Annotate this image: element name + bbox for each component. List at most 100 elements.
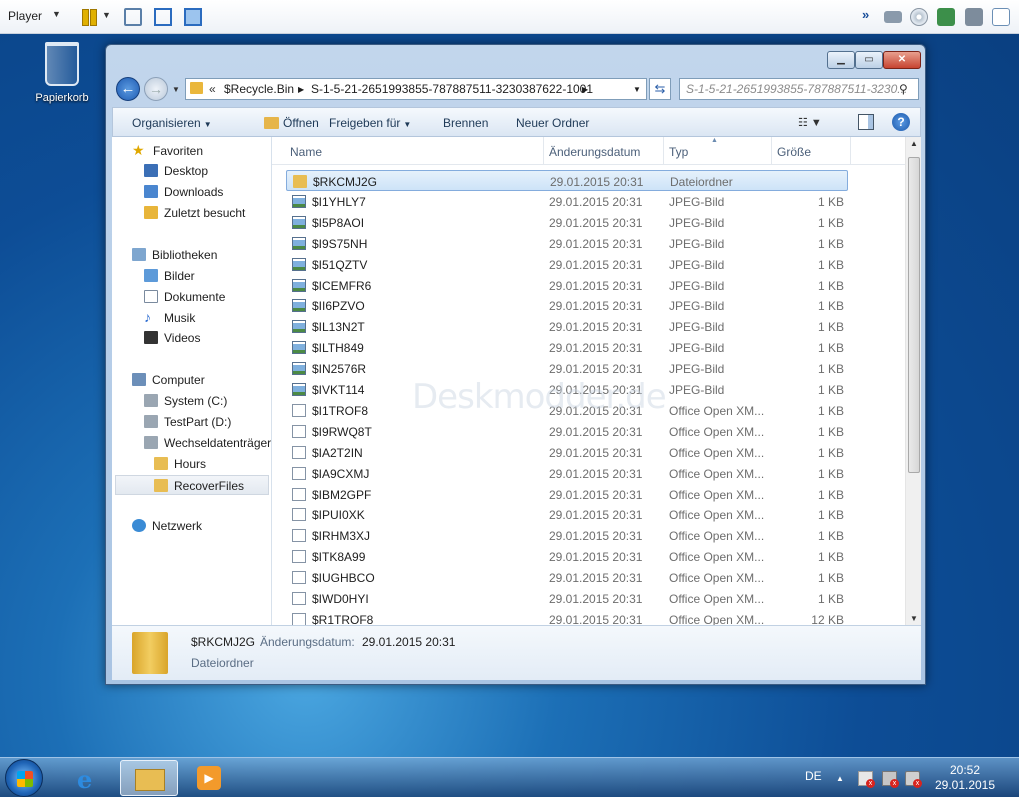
column-date[interactable]: Änderungsdatum <box>549 145 640 159</box>
refresh-button[interactable]: ⇆ <box>649 78 671 100</box>
nav-music[interactable]: ♪ Musik <box>144 307 195 327</box>
column-name[interactable]: Name <box>290 145 322 159</box>
hard-disk-icon[interactable] <box>884 11 902 23</box>
network-adapter-icon[interactable] <box>937 8 955 26</box>
player-menu[interactable]: Player <box>8 9 42 23</box>
file-row[interactable]: $R1TROF8 29.01.2015 20:31 Office Open XM..… <box>286 609 848 625</box>
message-log-icon[interactable] <box>992 8 1010 26</box>
breadcrumb-segment[interactable]: $Recycle.Bin <box>224 82 294 96</box>
nav-network[interactable]: Netzwerk <box>132 516 202 536</box>
file-row[interactable]: $IRHM3XJ 29.01.2015 20:31 Office Open XM..… <box>286 525 848 546</box>
address-bar[interactable]: « $Recycle.Bin ▶ S-1-5-21-2651993855-787… <box>185 78 647 100</box>
column-type[interactable]: Typ <box>669 145 688 159</box>
forward-button[interactable]: → <box>144 77 168 101</box>
taskbar-internet-explorer[interactable]: e <box>60 760 118 796</box>
address-overflow[interactable]: « <box>209 82 216 96</box>
file-row[interactable]: $RKCMJ2G 29.01.2015 20:31 Dateiordner <box>286 170 848 191</box>
open-button[interactable]: Öffnen <box>264 116 319 130</box>
file-row[interactable]: $I51QZTV 29.01.2015 20:31 JPEG-Bild 1 KB <box>286 254 848 275</box>
breadcrumb-separator-icon[interactable]: ▶ <box>298 85 304 94</box>
taskbar-explorer[interactable] <box>120 760 178 796</box>
nav-removable[interactable]: Wechseldatenträger <box>144 433 271 453</box>
file-row[interactable]: $IWD0HYI 29.01.2015 20:31 Office Open XM..… <box>286 588 848 609</box>
file-row[interactable]: $I5P8AOI 29.01.2015 20:31 JPEG-Bild 1 KB <box>286 212 848 233</box>
media-player-icon: ▶ <box>197 766 221 790</box>
file-row[interactable]: $IA2T2IN 29.01.2015 20:31 Office Open XM..… <box>286 442 848 463</box>
minimize-button[interactable]: ▁ <box>827 51 855 69</box>
close-button[interactable]: ✕ <box>883 51 921 69</box>
file-row[interactable]: $IL13N2T 29.01.2015 20:31 JPEG-Bild 1 KB <box>286 316 848 337</box>
change-view-button[interactable]: ☷ ▼ <box>798 116 822 129</box>
desktop-icon-recycle-bin[interactable]: Papierkorb <box>30 42 94 104</box>
scrollbar-thumb[interactable] <box>908 157 920 473</box>
nav-libraries[interactable]: Bibliotheken <box>132 245 217 265</box>
scroll-up-icon[interactable]: ▲ <box>910 139 918 148</box>
breadcrumb-segment[interactable]: S-1-5-21-2651993855-787887511-3230387622… <box>311 82 593 96</box>
file-row[interactable]: $I9S75NH 29.01.2015 20:31 JPEG-Bild 1 KB <box>286 233 848 254</box>
chevron-down-icon[interactable]: ▼ <box>102 10 120 28</box>
sort-ascending-icon: ▲ <box>711 137 718 144</box>
share-button[interactable]: Freigeben für ▼ <box>329 116 411 130</box>
nav-computer[interactable]: Computer <box>132 370 205 390</box>
scroll-down-icon[interactable]: ▼ <box>910 614 918 623</box>
nav-downloads[interactable]: Downloads <box>144 182 223 202</box>
file-row[interactable]: $ILTH849 29.01.2015 20:31 JPEG-Bild 1 KB <box>286 337 848 358</box>
help-icon[interactable]: ? <box>892 113 910 131</box>
volume-icon[interactable]: x <box>905 771 922 788</box>
nav-desktop[interactable]: Desktop <box>144 161 208 181</box>
nav-favorites[interactable]: ★ Favoriten <box>132 140 203 160</box>
column-divider[interactable] <box>663 137 664 165</box>
file-row[interactable]: $I9RWQ8T 29.01.2015 20:31 Office Open XM..… <box>286 421 848 442</box>
file-row[interactable]: $IUGHBCO 29.01.2015 20:31 Office Open XM..… <box>286 567 848 588</box>
column-divider[interactable] <box>543 137 544 165</box>
column-divider[interactable] <box>850 137 851 165</box>
show-hidden-icons-icon[interactable]: ▲ <box>836 774 844 783</box>
send-ctrl-alt-del-icon[interactable] <box>124 8 142 26</box>
pause-icon[interactable] <box>80 8 98 26</box>
fullscreen-icon[interactable] <box>154 8 172 26</box>
burn-button[interactable]: Brennen <box>443 116 488 130</box>
cd-drive-icon[interactable] <box>910 8 928 26</box>
nav-recoverfiles[interactable]: RecoverFiles <box>115 475 269 495</box>
file-row[interactable]: $ICEMFR6 29.01.2015 20:31 JPEG-Bild 1 KB <box>286 275 848 296</box>
file-row[interactable]: $ITK8A99 29.01.2015 20:31 Office Open XM..… <box>286 546 848 567</box>
breadcrumb-separator-icon[interactable]: ▶ <box>582 85 588 94</box>
address-dropdown-icon[interactable]: ▼ <box>633 85 641 94</box>
file-row[interactable]: $IBM2GPF 29.01.2015 20:31 Office Open XM..… <box>286 484 848 505</box>
nav-recent[interactable]: Zuletzt besucht <box>144 203 245 223</box>
file-row[interactable]: $II6PZVO 29.01.2015 20:31 JPEG-Bild 1 KB <box>286 295 848 316</box>
file-row[interactable]: $IA9CXMJ 29.01.2015 20:31 Office Open XM..… <box>286 463 848 484</box>
language-indicator[interactable]: DE <box>805 769 822 783</box>
clock[interactable]: 20:52 29.01.2015 <box>930 763 1000 793</box>
preview-pane-icon[interactable] <box>858 114 874 130</box>
recent-pages-dropdown[interactable]: ▼ <box>172 85 180 94</box>
more-devices-icon[interactable]: » <box>862 7 880 25</box>
file-type: Office Open XM... <box>669 424 765 439</box>
column-divider[interactable] <box>771 137 772 165</box>
nav-videos[interactable]: Videos <box>144 328 200 348</box>
action-center-icon[interactable]: x <box>858 771 875 788</box>
new-folder-button[interactable]: Neuer Ordner <box>516 116 589 130</box>
start-button[interactable] <box>5 759 43 797</box>
nav-system-c[interactable]: System (C:) <box>144 391 227 411</box>
file-row[interactable]: $I1YHLY7 29.01.2015 20:31 JPEG-Bild 1 KB <box>286 191 848 212</box>
nav-documents[interactable]: Dokumente <box>144 287 225 307</box>
usb-device-icon[interactable] <box>965 8 983 26</box>
nav-testpart-d[interactable]: TestPart (D:) <box>144 412 231 432</box>
maximize-button[interactable]: ▭ <box>855 51 883 69</box>
vertical-scrollbar[interactable]: ▲ ▼ <box>905 137 921 625</box>
taskbar-media-player[interactable]: ▶ <box>180 760 238 796</box>
back-button[interactable]: ← <box>116 77 140 101</box>
chevron-down-icon[interactable]: ▼ <box>52 9 61 19</box>
nav-hours[interactable]: Hours <box>154 454 206 474</box>
column-size[interactable]: Größe <box>777 145 811 159</box>
file-row[interactable]: $IPUI0XK 29.01.2015 20:31 Office Open XM..… <box>286 504 848 525</box>
nav-pictures[interactable]: Bilder <box>144 266 195 286</box>
search-input[interactable]: S-1-5-21-2651993855-787887511-3230... <box>679 78 919 100</box>
search-icon[interactable]: ⚲ <box>899 82 913 96</box>
organize-button[interactable]: Organisieren ▼ <box>132 116 212 130</box>
unity-icon[interactable] <box>184 8 202 26</box>
network-status-icon[interactable]: x <box>882 771 899 788</box>
file-row[interactable]: $IN2576R 29.01.2015 20:31 JPEG-Bild 1 KB <box>286 358 848 379</box>
file-date: 29.01.2015 20:31 <box>549 299 643 314</box>
